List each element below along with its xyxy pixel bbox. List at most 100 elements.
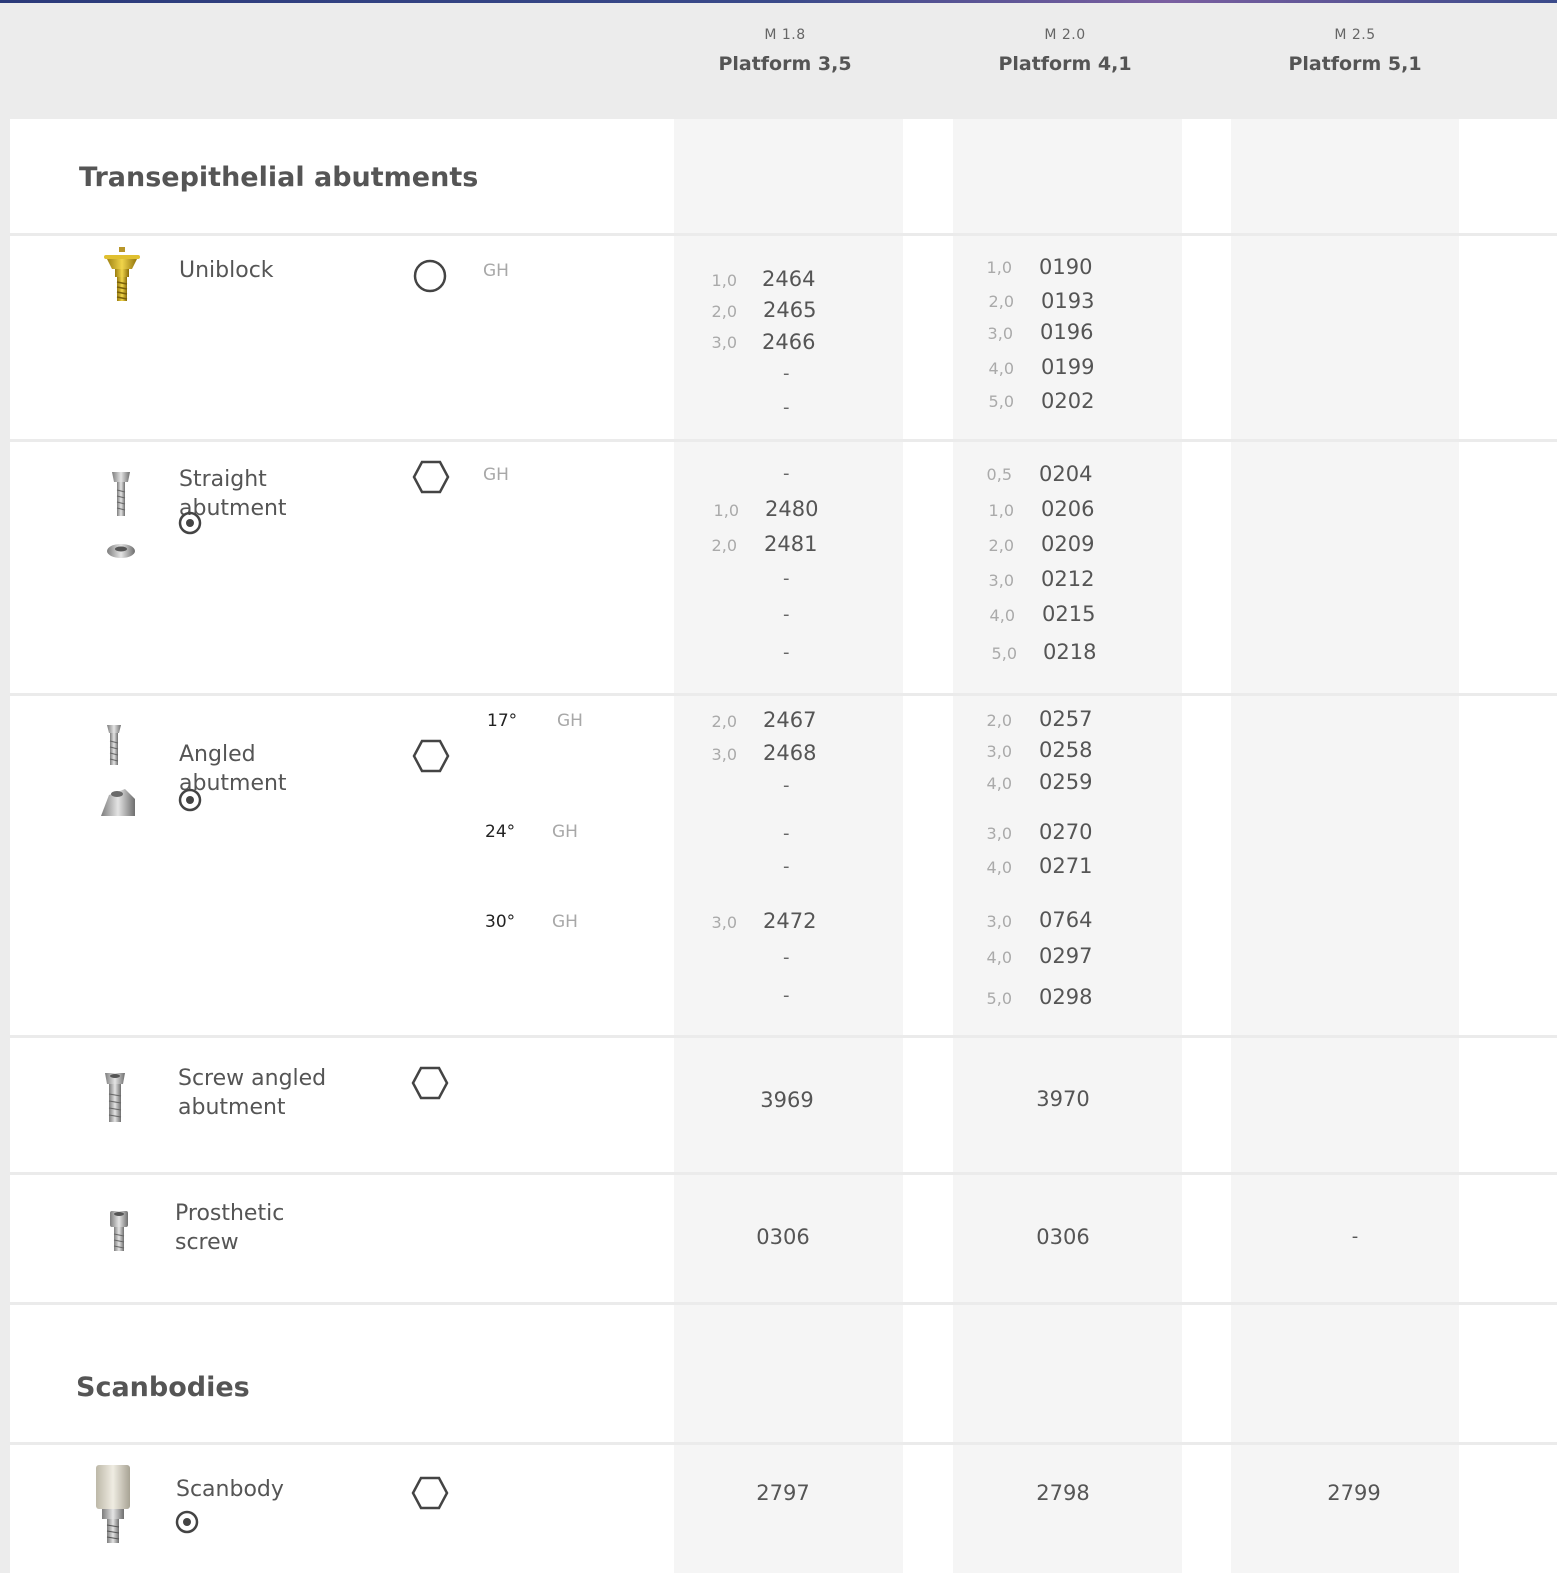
empty-value: - (783, 985, 790, 1006)
angle-label-17: 17° (487, 711, 518, 731)
empty-value: - (783, 856, 790, 877)
connection-size-label: M 2.0 (1044, 27, 1086, 43)
platform-label: Platform 3,5 (718, 53, 852, 75)
straight-abutment-product-image (107, 472, 135, 558)
article-code: 0199 (1041, 355, 1095, 379)
scanbody-product-image (96, 1465, 130, 1543)
section-title-scanbodies: Scanbodies (76, 1372, 250, 1403)
product-name-screw-angled-abutment: Screw angled abutment (178, 1066, 327, 1120)
product-name-scanbody: Scanbody (176, 1477, 284, 1502)
height-value: 3,0 (987, 324, 1013, 343)
prosthetic-screw-product-image (110, 1211, 128, 1251)
section-title-transepithelial: Transepithelial abutments (79, 162, 479, 193)
row-divider (10, 1172, 1557, 1175)
product-name-uniblock: Uniblock (179, 258, 274, 283)
platform-label: Platform 4,1 (998, 53, 1132, 75)
angled-abutment-product-image (101, 725, 135, 816)
article-code: 0190 (1039, 255, 1093, 279)
column-bg-platform-5-1 (1231, 119, 1459, 1573)
angle-label-24: 24° (485, 822, 516, 842)
article-code: 0218 (1043, 640, 1097, 664)
article-code: 0306 (1036, 1225, 1090, 1249)
empty-value: - (783, 363, 790, 384)
empty-value: - (783, 947, 790, 968)
article-code: 0196 (1040, 320, 1094, 344)
connection-size-label: M 1.8 (764, 27, 806, 43)
article-code: 2467 (763, 708, 817, 732)
product-name-prosthetic-screw: Prosthetic screw (175, 1201, 285, 1255)
height-value: 2,0 (711, 302, 737, 321)
target-icon (178, 511, 202, 535)
row-divider (10, 1302, 1557, 1305)
height-value: 4,0 (988, 359, 1014, 378)
article-code: 0257 (1039, 707, 1093, 731)
height-value: 0,5 (986, 465, 1012, 484)
height-value: 1,0 (711, 271, 737, 290)
height-value: 1,0 (988, 501, 1014, 520)
height-value: 3,0 (986, 824, 1012, 843)
empty-value: - (783, 568, 790, 589)
left-margin (0, 119, 10, 1573)
height-value: 4,0 (989, 606, 1015, 625)
height-value: 4,0 (986, 858, 1012, 877)
height-value: 4,0 (986, 948, 1012, 967)
article-code: 0270 (1039, 820, 1093, 844)
hexagon-icon (411, 1476, 449, 1510)
height-value: 1,0 (986, 258, 1012, 277)
gh-label: GH (483, 465, 509, 485)
empty-value: - (783, 397, 790, 418)
gh-label: GH (483, 261, 509, 281)
angle-label-30: 30° (485, 912, 516, 932)
column-header-platform-5-1: M 2.5 Platform 5,1 (1235, 27, 1475, 75)
height-value: 3,0 (711, 333, 737, 352)
circle-icon (413, 259, 447, 293)
height-value: 4,0 (986, 774, 1012, 793)
article-code: 2481 (764, 532, 818, 556)
hexagon-icon (412, 460, 450, 494)
height-value: 3,0 (711, 913, 737, 932)
article-code: 2468 (763, 741, 817, 765)
height-value: 3,0 (988, 571, 1014, 590)
height-value: 3,0 (711, 745, 737, 764)
hexagon-icon (412, 739, 450, 773)
screw-angled-abutment-product-image (105, 1073, 125, 1122)
hexagon-icon (411, 1066, 449, 1100)
product-name-angled-abutment: Angled abutment (179, 742, 287, 796)
height-value: 2,0 (986, 711, 1012, 730)
row-divider (10, 233, 1557, 236)
article-code: 3969 (760, 1088, 814, 1112)
empty-value: - (1351, 1226, 1359, 1247)
height-value: 2,0 (988, 536, 1014, 555)
column-header-platform-4-1: M 2.0 Platform 4,1 (945, 27, 1185, 75)
empty-value: - (783, 823, 790, 844)
height-value: 2,0 (988, 292, 1014, 311)
article-code: 0298 (1039, 985, 1093, 1009)
height-value: 3,0 (986, 742, 1012, 761)
article-code: 0259 (1039, 770, 1093, 794)
article-code: 0764 (1039, 908, 1093, 932)
height-value: 2,0 (711, 712, 737, 731)
gh-label: GH (552, 822, 578, 842)
gh-label: GH (557, 711, 583, 731)
empty-value: - (783, 775, 790, 796)
platform-label: Platform 5,1 (1288, 53, 1422, 75)
article-code: 2472 (763, 909, 817, 933)
article-code: 0193 (1041, 289, 1095, 313)
height-value: 1,0 (713, 501, 739, 520)
product-name-straight-abutment: Straight abutment (179, 467, 287, 521)
article-code: 0271 (1039, 854, 1093, 878)
article-code: 0306 (756, 1225, 810, 1249)
article-code: 3970 (1036, 1087, 1090, 1111)
target-icon (178, 788, 202, 812)
height-value: 5,0 (986, 989, 1012, 1008)
article-code: 2480 (765, 497, 819, 521)
gh-label: GH (552, 912, 578, 932)
height-value: 3,0 (986, 912, 1012, 931)
connection-size-label: M 2.5 (1334, 27, 1376, 43)
empty-value: - (783, 642, 790, 663)
article-code: 0209 (1041, 532, 1095, 556)
target-icon (175, 1510, 199, 1534)
article-code: 2465 (763, 298, 817, 322)
table-header: M 1.8 Platform 3,5 M 2.0 Platform 4,1 M … (0, 3, 1557, 119)
article-code: 0297 (1039, 944, 1093, 968)
